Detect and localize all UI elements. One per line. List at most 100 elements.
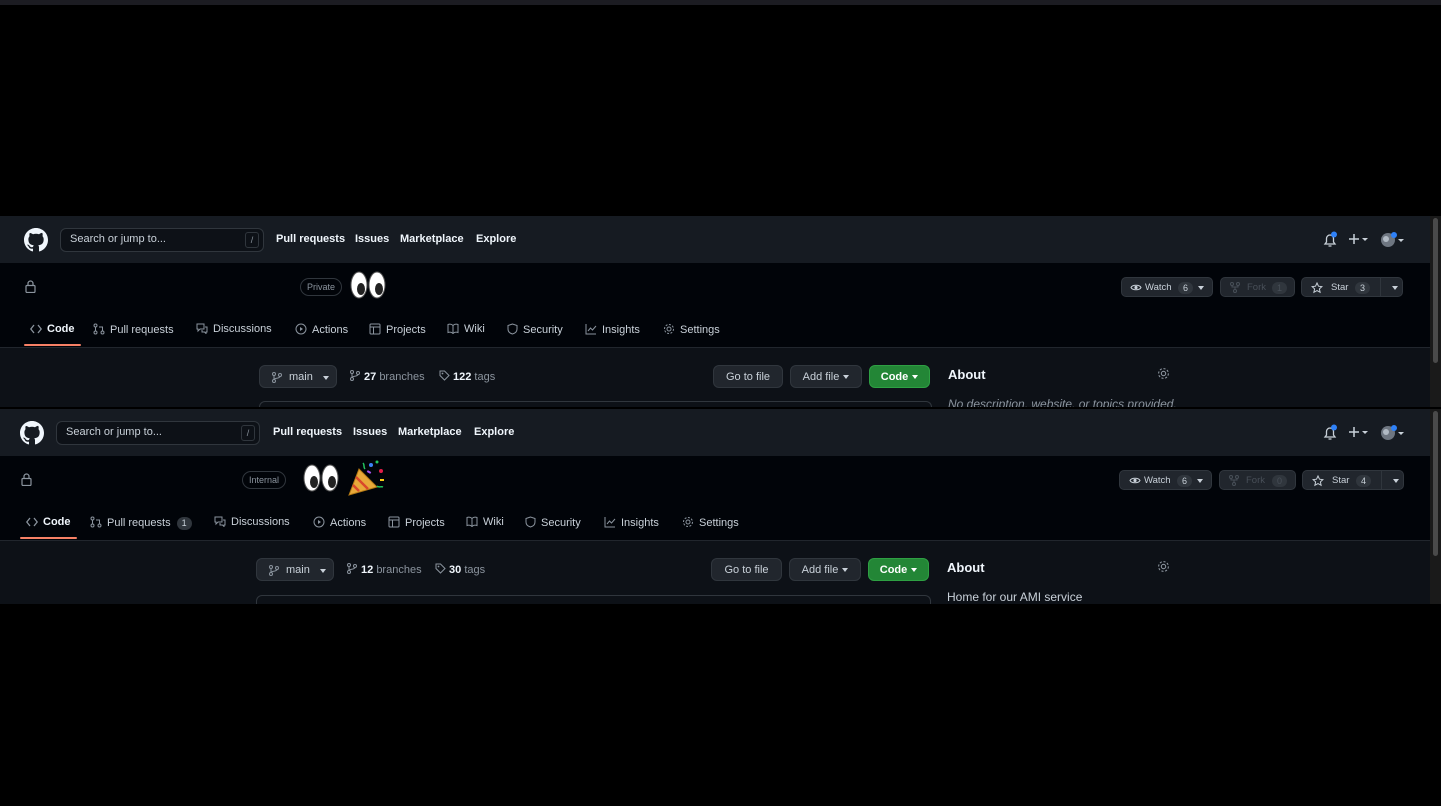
global-nav-marketplace[interactable]: Marketplace	[398, 426, 462, 438]
user-avatar-icon[interactable]	[1379, 424, 1405, 442]
tab-projects[interactable]: Projects	[369, 323, 426, 336]
code-caret-icon	[911, 568, 918, 572]
tab-pull-requests[interactable]: Pull requests 1	[90, 516, 192, 530]
tab-security[interactable]: Security	[525, 516, 581, 529]
tab-security[interactable]: Security	[507, 323, 563, 336]
tab-pull-requests[interactable]: Pull requests	[93, 323, 174, 336]
notification-bell-icon[interactable]	[1322, 231, 1338, 249]
about-settings-gear-icon[interactable]	[1157, 367, 1170, 380]
branch-select-button[interactable]: main	[256, 558, 334, 581]
watch-dropdown-caret-icon	[1197, 479, 1203, 483]
search-input[interactable]: Search or jump to... /	[56, 421, 260, 445]
branch-select-button[interactable]: main	[259, 365, 337, 388]
code-download-button[interactable]: Code	[868, 558, 929, 581]
fork-button[interactable]: Fork 0	[1219, 470, 1296, 490]
tab-code[interactable]: Code	[29, 323, 75, 335]
github-logo-icon[interactable]	[24, 228, 48, 252]
go-to-file-button[interactable]: Go to file	[713, 365, 783, 388]
search-placeholder: Search or jump to...	[66, 426, 162, 438]
code-icon	[25, 517, 39, 527]
repo-forked-icon	[1229, 475, 1239, 486]
tab-discussions-label: Discussions	[213, 323, 272, 335]
file-list-box	[256, 595, 931, 604]
create-new-plus-icon[interactable]	[1348, 231, 1370, 247]
global-nav-pull-requests[interactable]: Pull requests	[273, 426, 342, 438]
gear-icon	[683, 517, 693, 527]
star-button[interactable]: Star 4	[1302, 470, 1404, 490]
add-file-label: Add file	[802, 371, 840, 383]
branches-count: 12	[361, 564, 374, 576]
tab-settings[interactable]: Settings	[663, 323, 720, 336]
tab-settings-label: Settings	[699, 517, 739, 529]
add-file-button[interactable]: Add file	[790, 365, 862, 388]
global-header: Search or jump to... / Pull requests Iss…	[0, 216, 1430, 263]
watch-label: Watch	[1145, 282, 1172, 293]
tab-code[interactable]: Code	[25, 516, 71, 528]
branch-caret-icon	[323, 376, 329, 380]
scrollbar[interactable]	[1430, 409, 1441, 604]
graph-icon	[604, 517, 616, 528]
tab-code-label: Code	[43, 516, 71, 528]
global-nav-explore[interactable]: Explore	[474, 426, 514, 438]
scrollbar-thumb[interactable]	[1433, 218, 1438, 363]
watch-label: Watch	[1144, 475, 1171, 486]
tab-pull-requests-label: Pull requests	[110, 324, 174, 336]
scrollbar-thumb[interactable]	[1433, 411, 1438, 556]
go-to-file-button[interactable]: Go to file	[711, 558, 782, 581]
tab-actions-label: Actions	[330, 517, 367, 529]
code-download-button[interactable]: Code	[869, 365, 930, 388]
tab-wiki-label: Wiki	[464, 323, 485, 335]
repo-visibility-badge: Private	[300, 278, 343, 296]
top-edge	[0, 0, 1441, 5]
watch-button[interactable]: Watch 6	[1119, 470, 1212, 490]
branches-link[interactable]: 12 branches	[347, 563, 422, 576]
tab-settings[interactable]: Settings	[682, 516, 739, 529]
create-new-plus-icon[interactable]	[1348, 424, 1370, 440]
shield-icon	[507, 323, 518, 335]
tags-link[interactable]: 30 tags	[435, 563, 485, 576]
code-icon	[29, 324, 43, 334]
star-button[interactable]: Star 3	[1301, 277, 1403, 297]
eye-icon	[1129, 477, 1141, 484]
star-dropdown-caret-icon[interactable]	[1392, 286, 1398, 290]
global-nav-issues[interactable]: Issues	[355, 233, 389, 245]
tab-discussions[interactable]: Discussions	[196, 323, 272, 335]
user-avatar-icon[interactable]	[1379, 231, 1405, 249]
tab-discussions[interactable]: Discussions	[214, 516, 290, 528]
tab-wiki[interactable]: Wiki	[447, 323, 485, 335]
notification-bell-icon[interactable]	[1322, 424, 1338, 442]
github-logo-icon[interactable]	[20, 421, 44, 445]
star-divider	[1381, 471, 1382, 489]
tab-settings-label: Settings	[680, 324, 720, 336]
star-dropdown-caret-icon[interactable]	[1393, 479, 1399, 483]
watch-dropdown-caret-icon	[1198, 286, 1204, 290]
tab-actions[interactable]: Actions	[295, 323, 348, 336]
git-branch-icon	[350, 370, 360, 381]
git-pull-request-icon	[93, 323, 105, 335]
tab-insights[interactable]: Insights	[604, 516, 659, 529]
watch-button[interactable]: Watch 6	[1121, 277, 1213, 297]
star-icon	[1311, 282, 1323, 294]
search-input[interactable]: Search or jump to... /	[60, 228, 264, 252]
play-icon	[313, 516, 325, 528]
branches-link[interactable]: 27 branches	[350, 370, 425, 383]
global-nav-pull-requests[interactable]: Pull requests	[276, 233, 345, 245]
about-settings-gear-icon[interactable]	[1157, 560, 1170, 573]
tab-selected-underline	[24, 344, 81, 346]
tags-link[interactable]: 122 tags	[439, 370, 495, 383]
tab-actions[interactable]: Actions	[313, 516, 366, 529]
tab-projects[interactable]: Projects	[388, 516, 445, 529]
global-nav-issues[interactable]: Issues	[353, 426, 387, 438]
tab-insights[interactable]: Insights	[585, 323, 640, 336]
global-nav-marketplace[interactable]: Marketplace	[400, 233, 464, 245]
tab-code-label: Code	[47, 323, 75, 335]
table-icon	[369, 323, 381, 335]
fork-button[interactable]: Fork 1	[1220, 277, 1295, 297]
table-icon	[388, 516, 400, 528]
watch-count: 6	[1177, 475, 1193, 487]
scrollbar[interactable]	[1430, 216, 1441, 407]
add-file-button[interactable]: Add file	[789, 558, 861, 581]
global-nav-explore[interactable]: Explore	[476, 233, 516, 245]
comment-discussion-icon	[196, 323, 208, 335]
tab-wiki[interactable]: Wiki	[466, 516, 504, 528]
